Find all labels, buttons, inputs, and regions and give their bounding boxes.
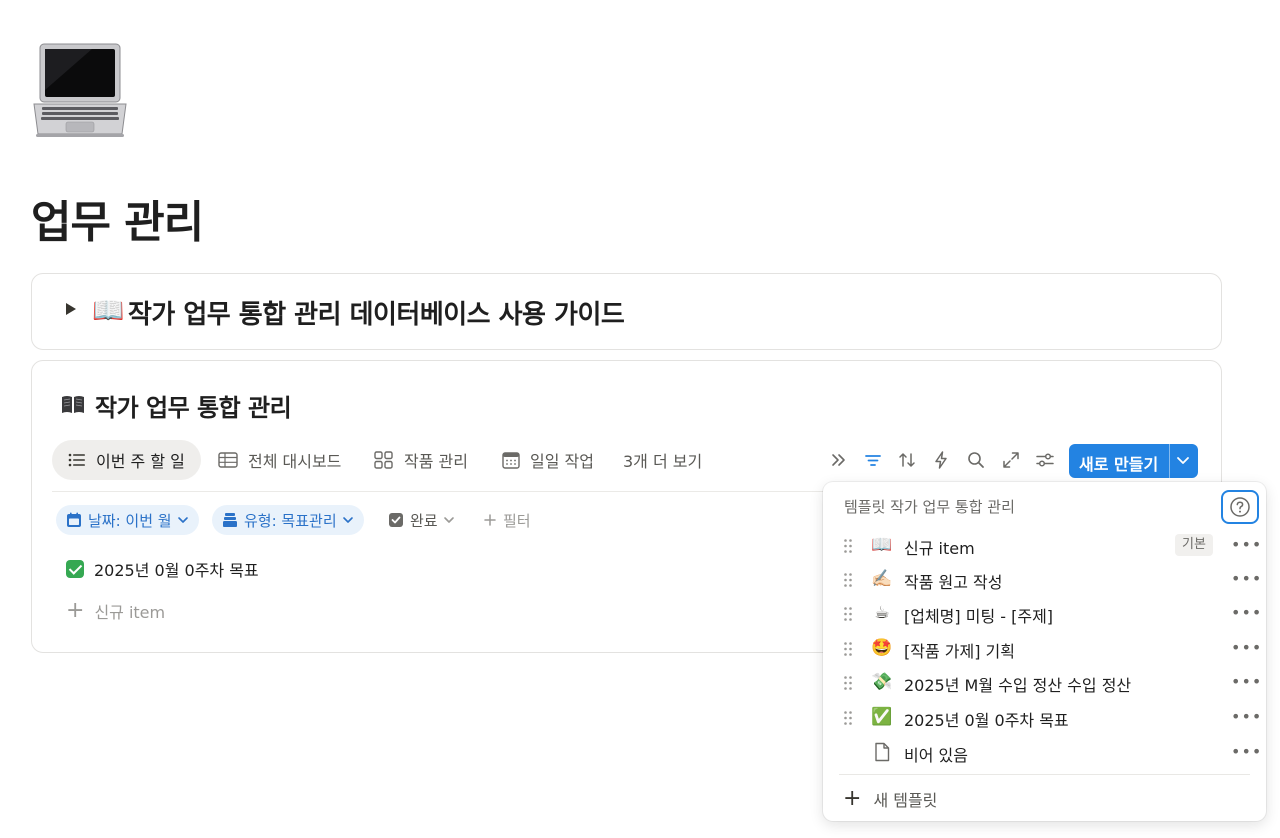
- more-options-icon[interactable]: •••: [1231, 673, 1262, 691]
- tab-label: 3개 더 보기: [623, 452, 703, 471]
- settings-sliders-icon[interactable]: [1034, 449, 1056, 471]
- tab-dashboard[interactable]: 전체 대시보드: [218, 440, 341, 480]
- filter-chip-done[interactable]: 완료: [382, 505, 461, 535]
- row-title: 2025년 0월 0주차 목표: [94, 561, 259, 580]
- new-template-label: 새 템플릿: [873, 791, 938, 810]
- template-label: 신규 item: [904, 539, 975, 558]
- tab-label: 이번 주 할 일: [96, 452, 185, 471]
- template-label: [업체명] 미팅 - [주제]: [904, 607, 1054, 626]
- chevron-down-icon: [443, 517, 454, 523]
- new-item-label: 신규 item: [94, 603, 166, 622]
- open-book-icon: [60, 391, 86, 417]
- drag-handle-icon[interactable]: [843, 710, 853, 726]
- chevron-down-icon[interactable]: [1175, 454, 1191, 468]
- guide-toggle-block[interactable]: 📖 작가 업무 통합 관리 데이터베이스 사용 가이드: [31, 273, 1222, 350]
- more-options-icon[interactable]: •••: [1231, 536, 1262, 554]
- template-popup-header: 템플릿 작가 업무 통합 관리: [844, 498, 1015, 516]
- new-button[interactable]: 새로 만들기: [1069, 444, 1198, 478]
- plus-icon: +: [66, 598, 85, 623]
- filter-chip-label: 유형: 목표관리: [244, 511, 337, 530]
- default-badge: 기본: [1175, 534, 1213, 556]
- chevron-down-icon: [342, 517, 353, 523]
- template-item[interactable]: 비어 있음 •••: [839, 738, 1261, 768]
- book-emoji-icon: 📖: [92, 296, 125, 326]
- plus-icon: [484, 514, 496, 526]
- plus-icon: +: [843, 786, 862, 811]
- more-options-icon[interactable]: •••: [1231, 604, 1262, 622]
- template-emoji-icon: ✍🏻: [871, 569, 893, 589]
- help-button[interactable]: [1221, 490, 1259, 524]
- tab-more-views[interactable]: 3개 더 보기: [623, 440, 702, 480]
- drag-handle-icon[interactable]: [843, 606, 853, 622]
- calendar-icon: [502, 452, 520, 469]
- drag-handle-icon[interactable]: [843, 675, 853, 691]
- page-icon: [871, 741, 893, 763]
- drag-handle-icon[interactable]: [843, 641, 853, 657]
- question-icon: [1230, 497, 1250, 517]
- calendar-icon: [67, 512, 81, 527]
- double-chevron-icon[interactable]: [828, 449, 850, 471]
- popup-divider: [839, 774, 1250, 775]
- automation-icon[interactable]: [930, 449, 952, 471]
- table-icon: [218, 452, 238, 468]
- tab-label: 일일 작업: [530, 452, 594, 471]
- gallery-icon: [374, 451, 393, 469]
- more-options-icon[interactable]: •••: [1231, 639, 1262, 657]
- tab-label: 작품 관리: [404, 452, 468, 471]
- template-emoji-icon: 📖: [871, 535, 893, 555]
- template-label: 2025년 0월 0주차 목표: [904, 711, 1069, 730]
- more-options-icon[interactable]: •••: [1231, 743, 1262, 761]
- template-emoji-icon: ☕: [874, 603, 890, 623]
- template-label: 2025년 M월 수입 정산 수입 정산: [904, 676, 1132, 695]
- template-item[interactable]: ✅ 2025년 0월 0주차 목표 •••: [839, 703, 1261, 733]
- checkbox-icon: [389, 513, 403, 527]
- tab-daily[interactable]: 일일 작업: [502, 440, 594, 480]
- add-filter-button[interactable]: 필터: [477, 505, 537, 535]
- table-row[interactable]: 2025년 0월 0주차 목표: [66, 557, 259, 581]
- template-item[interactable]: 🤩 [작품 가제] 기획 •••: [839, 634, 1261, 664]
- database-title[interactable]: 작가 업무 통합 관리: [95, 388, 292, 423]
- search-icon[interactable]: [965, 449, 987, 471]
- new-button-label: 새로 만들기: [1079, 455, 1159, 474]
- template-label: [작품 가제] 기획: [904, 642, 1015, 661]
- laptop-icon[interactable]: [32, 40, 128, 140]
- template-emoji-icon: ✅: [871, 707, 893, 727]
- sort-icon[interactable]: [896, 449, 918, 471]
- template-label: 작품 원고 작성: [904, 573, 1003, 592]
- toggle-arrow-icon[interactable]: [66, 303, 76, 315]
- filter-chip-label: 날짜: 이번 월: [88, 511, 172, 530]
- drag-handle-icon[interactable]: [843, 538, 853, 554]
- check-mark-icon: [66, 560, 84, 578]
- page-title[interactable]: 업무 관리: [31, 186, 204, 250]
- filter-chip-type[interactable]: 유형: 목표관리: [212, 505, 364, 535]
- tab-label: 전체 대시보드: [248, 452, 342, 471]
- tab-works[interactable]: 작품 관리: [374, 440, 468, 480]
- template-item[interactable]: ☕ [업체명] 미팅 - [주제] •••: [839, 599, 1261, 629]
- add-new-item-button[interactable]: + 신규 item: [66, 599, 165, 623]
- more-options-icon[interactable]: •••: [1231, 570, 1262, 588]
- template-label: 비어 있음: [904, 746, 968, 765]
- template-item[interactable]: 💸 2025년 M월 수입 정산 수입 정산 •••: [839, 668, 1261, 698]
- filter-chip-label: 완료: [410, 511, 438, 530]
- template-emoji-icon: 💸: [871, 672, 893, 692]
- expand-icon[interactable]: [1000, 449, 1022, 471]
- tab-this-week[interactable]: 이번 주 할 일: [52, 440, 201, 480]
- filter-chip-label: 필터: [503, 511, 531, 530]
- template-item[interactable]: ✍🏻 작품 원고 작성 •••: [839, 565, 1261, 595]
- chevron-down-icon: [177, 517, 188, 523]
- template-popup: 템플릿 작가 업무 통합 관리 📖 신규 item 기본 ••• ✍🏻 작품 원…: [823, 482, 1266, 821]
- drag-handle-icon[interactable]: [843, 572, 853, 588]
- template-emoji-icon: 🤩: [871, 638, 893, 658]
- guide-toggle-title[interactable]: 작가 업무 통합 관리 데이터베이스 사용 가이드: [128, 294, 625, 331]
- filter-chip-date[interactable]: 날짜: 이번 월: [56, 505, 199, 535]
- filter-icon[interactable]: [862, 449, 884, 471]
- template-item[interactable]: 📖 신규 item 기본 •••: [839, 531, 1261, 561]
- new-template-button[interactable]: + 새 템플릿: [843, 786, 938, 811]
- list-icon: [68, 453, 85, 467]
- more-options-icon[interactable]: •••: [1231, 708, 1262, 726]
- new-button-divider: [1169, 444, 1170, 478]
- stack-icon: [223, 513, 237, 527]
